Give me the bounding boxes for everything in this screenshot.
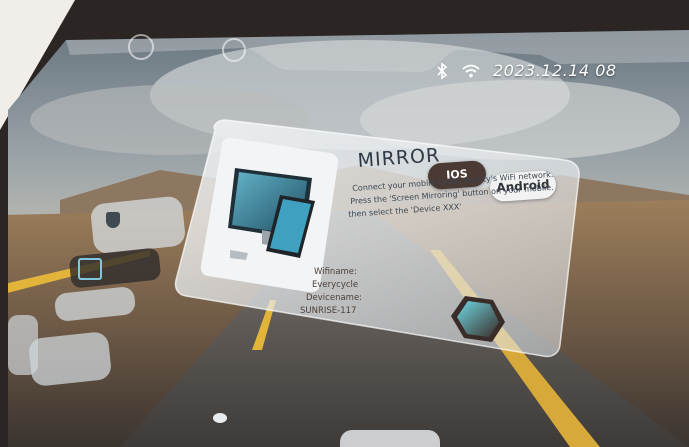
menu-button-bottom[interactable] — [32, 336, 108, 380]
device-name-value: SUNRISE-117 — [300, 306, 357, 316]
device-name-label: Devicename: — [306, 293, 363, 303]
wifi-icon — [461, 63, 481, 83]
shield-icon — [106, 212, 120, 228]
tablet-photo: 2023.12.14 08 MIRROR IOS Android Connect… — [0, 0, 689, 447]
hexagon-logo-icon — [451, 296, 505, 342]
status-bar: 2023.12.14 08 — [429, 58, 689, 84]
menu-button-upper[interactable] — [96, 204, 180, 244]
bluetooth-icon — [435, 62, 449, 84]
device-illustration — [200, 140, 338, 290]
mirror-menu-icon — [78, 258, 102, 280]
menu-button-mirror[interactable] — [72, 254, 158, 284]
menu-button-lower[interactable] — [56, 290, 136, 318]
settings-icon[interactable] — [222, 38, 246, 62]
status-datetime: 2023.12.14 08 — [493, 61, 617, 80]
home-icon[interactable] — [128, 34, 154, 60]
